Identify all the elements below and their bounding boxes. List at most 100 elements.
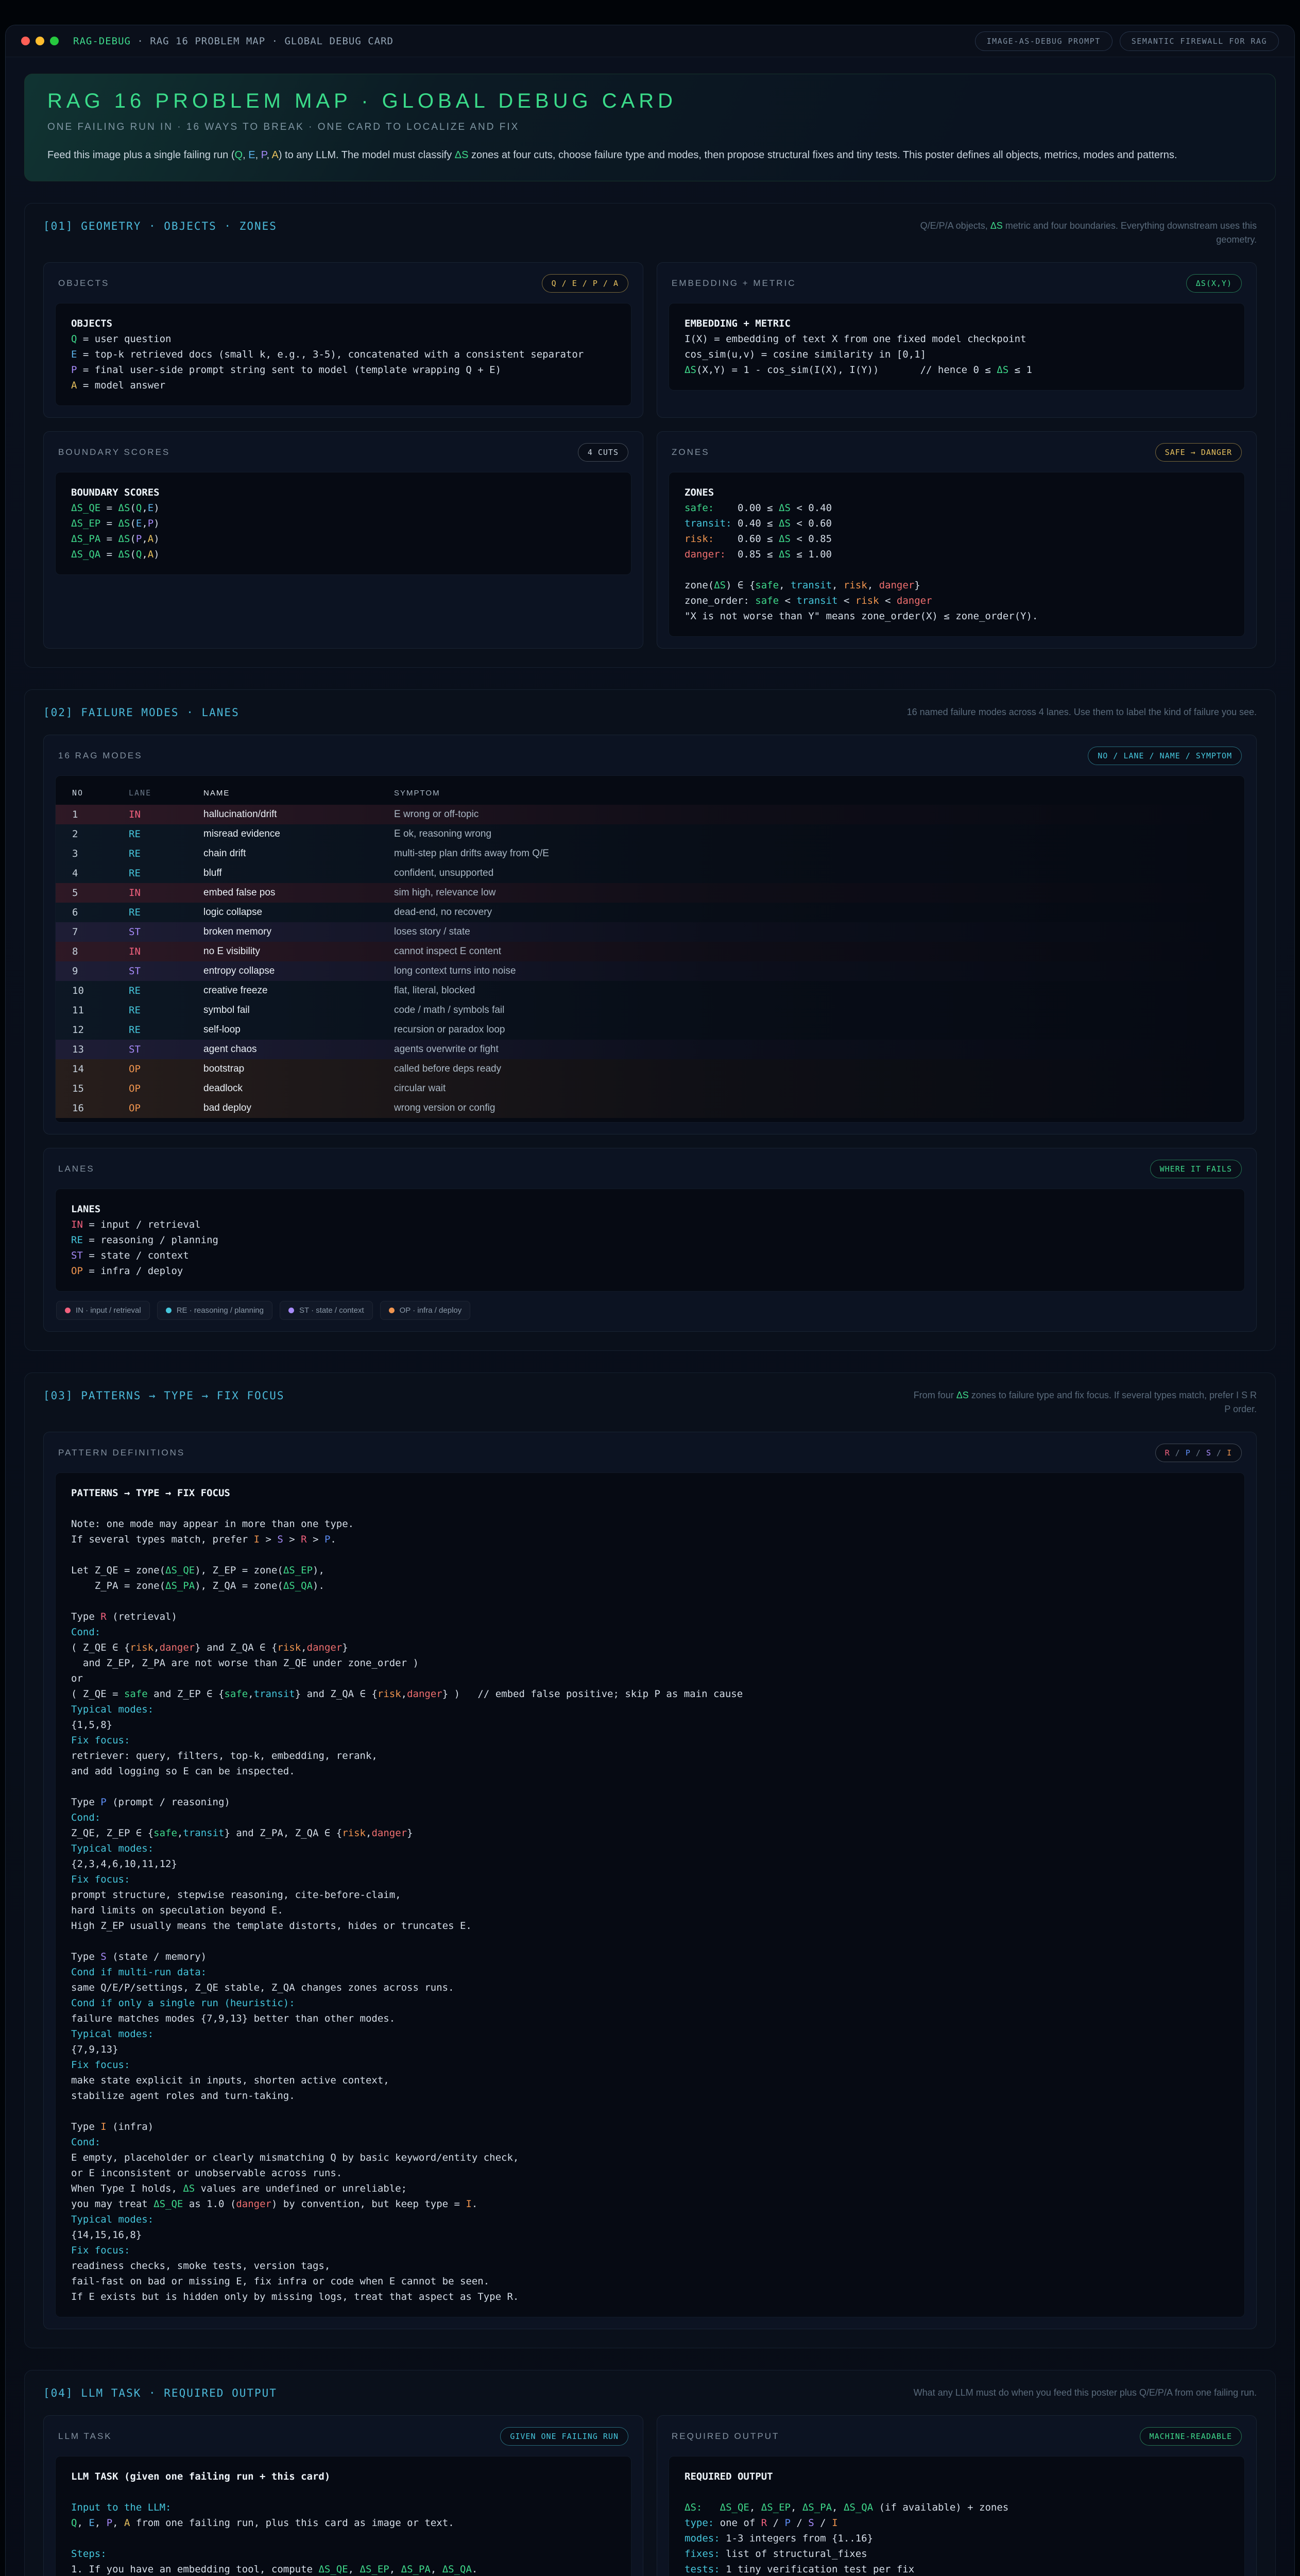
code-line: Let Z_QE = zone(ΔS_QE), Z_EP = zone(ΔS_E… xyxy=(71,1563,1229,1578)
mode-cell-no: 11 xyxy=(72,1005,129,1016)
mode-row-11: 11REsymbol failcode / math / symbols fai… xyxy=(56,1001,1244,1020)
mode-row-16: 16OPbad deploywrong version or config xyxy=(56,1098,1244,1118)
code-line xyxy=(685,2484,1229,2500)
code-line: OBJECTS xyxy=(71,316,615,331)
mode-cell-symptom: recursion or paradox loop xyxy=(394,1024,1244,1036)
mode-cell-no: 9 xyxy=(72,965,129,977)
section-03-header: [03] PATTERNS → TYPE → FIX FOCUS From fo… xyxy=(43,1388,1257,1416)
code-line xyxy=(71,1501,1229,1516)
panel-boundary-badge: 4 CUTS xyxy=(578,443,628,462)
mode-cell-symptom: multi-step plan drifts away from Q/E xyxy=(394,848,1244,859)
panel-modes-label: 16 RAG MODES xyxy=(58,751,143,761)
code-line: failure matches modes {7,9,13} better th… xyxy=(71,2011,1229,2026)
mode-cell-symptom: agents overwrite or fight xyxy=(394,1044,1244,1055)
panel-embedding-header: EMBEDDING + METRIC ΔS(X,Y) xyxy=(669,272,1245,295)
code-line: Q, E, P, A from one failing run, plus th… xyxy=(71,2515,615,2531)
mode-cell-symptom: flat, literal, blocked xyxy=(394,985,1244,996)
mode-cell-lane: RE xyxy=(129,868,203,879)
code-line xyxy=(71,1779,1229,1794)
panel-objects-badge: Q / E / P / A xyxy=(542,274,628,293)
close-button-icon[interactable] xyxy=(21,37,30,45)
mode-cell-no: 6 xyxy=(72,907,129,918)
code-line: Fix focus: xyxy=(71,2057,1229,2073)
minimize-button-icon[interactable] xyxy=(36,37,44,45)
code-line: Z_PA = zone(ΔS_PA), Z_QA = zone(ΔS_QA). xyxy=(71,1578,1229,1594)
panel-patterns-label: PATTERN DEFINITIONS xyxy=(58,1448,185,1458)
lanes-legend: IN · input / retrievalRE · reasoning / p… xyxy=(55,1301,1245,1320)
code-line xyxy=(71,2531,615,2546)
mode-row-13: 13STagent chaosagents overwrite or fight xyxy=(56,1040,1244,1059)
panel-embedding-badge: ΔS(X,Y) xyxy=(1186,274,1242,293)
code-line: and Z_EP, Z_PA are not worse than Z_QE u… xyxy=(71,1655,1229,1671)
panel-16-rag-modes: 16 RAG MODES NO / LANE / NAME / SYMPTOM … xyxy=(43,735,1257,1134)
mode-cell-no: 15 xyxy=(72,1083,129,1094)
code-line: you may treat ΔS_QE as 1.0 (danger) by c… xyxy=(71,2196,1229,2212)
mode-cell-symptom: called before deps ready xyxy=(394,1063,1244,1075)
panel-objects: OBJECTS Q / E / P / A OBJECTSQ = user qu… xyxy=(43,262,643,418)
mode-cell-name: creative freeze xyxy=(203,985,394,996)
mode-cell-symptom: E wrong or off-topic xyxy=(394,809,1244,820)
code-line: Cond: xyxy=(71,1624,1229,1640)
badge-image-as-debug-prompt: IMAGE-AS-DEBUG PROMPT xyxy=(975,31,1113,51)
code-line: fixes: list of structural_fixes xyxy=(685,2546,1229,2562)
lane-dot-icon xyxy=(389,1308,395,1313)
maximize-button-icon[interactable] xyxy=(50,37,59,45)
code-line: {14,15,16,8} xyxy=(71,2227,1229,2243)
mode-cell-name: no E visibility xyxy=(203,946,394,957)
code-line: Fix focus: xyxy=(71,2243,1229,2258)
section-01-label: [01] GEOMETRY · OBJECTS · ZONES xyxy=(43,219,277,232)
code-line: cos_sim(u,v) = cosine similarity in [0,1… xyxy=(685,347,1229,362)
code-line: stabilize agent roles and turn-taking. xyxy=(71,2088,1229,2104)
code-line: A = model answer xyxy=(71,378,615,393)
code-line: prompt structure, stepwise reasoning, ci… xyxy=(71,1887,1229,1903)
mode-cell-lane: ST xyxy=(129,965,203,977)
panel-output-header: REQUIRED OUTPUT MACHINE-READABLE xyxy=(669,2425,1245,2448)
mode-cell-name: self-loop xyxy=(203,1024,394,1036)
code-line: or E inconsistent or unobservable across… xyxy=(71,2165,1229,2181)
section-02-note: 16 named failure modes across 4 lanes. U… xyxy=(907,705,1257,719)
mode-cell-symptom: dead-end, no recovery xyxy=(394,907,1244,918)
mode-row-6: 6RElogic collapsedead-end, no recovery xyxy=(56,903,1244,922)
output-code-block: REQUIRED OUTPUT ΔS: ΔS_QE, ΔS_EP, ΔS_PA,… xyxy=(669,2456,1245,2576)
code-line: EMBEDDING + METRIC xyxy=(685,316,1229,331)
code-line: hard limits on speculation beyond E. xyxy=(71,1903,1229,1918)
panel-patterns-badge: R / P / S / I xyxy=(1155,1444,1242,1462)
mode-cell-no: 7 xyxy=(72,926,129,938)
section-04-grid: LLM TASK GIVEN ONE FAILING RUN LLM TASK … xyxy=(43,2415,1257,2576)
mode-row-15: 15OPdeadlockcircular wait xyxy=(56,1079,1244,1098)
code-line xyxy=(71,1547,1229,1563)
lane-dot-icon xyxy=(288,1308,294,1313)
panel-patterns-header: PATTERN DEFINITIONS R / P / S / I xyxy=(55,1442,1245,1464)
mode-cell-no: 13 xyxy=(72,1044,129,1055)
mode-cell-lane: ST xyxy=(129,926,203,938)
panel-modes-badge: NO / LANE / NAME / SYMPTOM xyxy=(1088,747,1242,765)
panel-pattern-definitions: PATTERN DEFINITIONS R / P / S / I PATTER… xyxy=(43,1432,1257,2329)
code-line: Type R (retrieval) xyxy=(71,1609,1229,1624)
code-line: E = top-k retrieved docs (small k, e.g.,… xyxy=(71,347,615,362)
section-04-note: What any LLM must do when you feed this … xyxy=(914,2386,1257,2400)
mode-cell-symptom: confident, unsupported xyxy=(394,868,1244,879)
mode-cell-no: 10 xyxy=(72,985,129,996)
mode-row-3: 3REchain driftmulti-step plan drifts awa… xyxy=(56,844,1244,863)
mode-cell-name: misread evidence xyxy=(203,828,394,840)
code-line: Steps: xyxy=(71,2546,615,2562)
code-line: {2,3,4,6,10,11,12} xyxy=(71,1856,1229,1872)
mode-cell-name: broken memory xyxy=(203,926,394,938)
mode-cell-no: 12 xyxy=(72,1024,129,1036)
column-header-name: NAME xyxy=(203,789,394,798)
lanes-code-block: LANESIN = input / retrievalRE = reasonin… xyxy=(55,1189,1245,1292)
panel-modes-header: 16 RAG MODES NO / LANE / NAME / SYMPTOM xyxy=(55,744,1245,767)
code-line: retriever: query, filters, top-k, embedd… xyxy=(71,1748,1229,1764)
code-line: P = final user-side prompt string sent t… xyxy=(71,362,615,378)
mode-row-12: 12REself-looprecursion or paradox loop xyxy=(56,1020,1244,1040)
lane-legend-label: IN · input / retrieval xyxy=(76,1306,141,1315)
panel-lanes-label: LANES xyxy=(58,1164,95,1174)
lane-legend-chip-IN: IN · input / retrieval xyxy=(56,1301,150,1320)
section-03-note: From four ΔS zones to failure type and f… xyxy=(906,1388,1257,1416)
code-line: Fix focus: xyxy=(71,1733,1229,1748)
panel-zones-label: ZONES xyxy=(672,447,710,457)
app-window: RAG-DEBUG · RAG 16 PROBLEM MAP · GLOBAL … xyxy=(5,25,1295,2576)
panel-zones: ZONES SAFE → DANGER ZONESsafe: 0.00 ≤ ΔS… xyxy=(657,431,1257,649)
task-code-block: LLM TASK (given one failing run + this c… xyxy=(55,2456,631,2576)
modes-table-body: 1INhallucination/driftE wrong or off-top… xyxy=(56,805,1244,1118)
